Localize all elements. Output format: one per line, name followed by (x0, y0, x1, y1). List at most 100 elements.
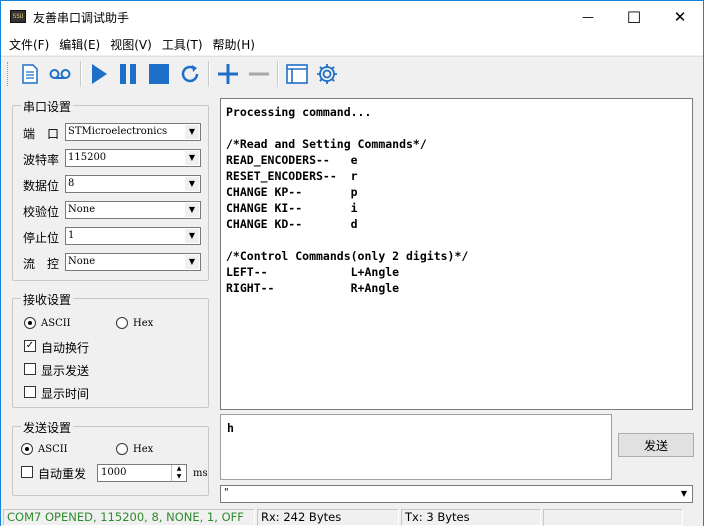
tx-counter: Tx: 3 Bytes (401, 509, 541, 526)
receive-ascii-radio[interactable] (24, 317, 36, 329)
databits-select[interactable]: 8 ▼ (65, 175, 201, 193)
chevron-down-icon: ▼ (185, 177, 199, 191)
record-button[interactable] (47, 61, 73, 87)
send-textarea[interactable]: h (220, 414, 612, 480)
refresh-icon (181, 65, 199, 83)
close-icon: ✕ (673, 8, 687, 26)
stopbits-label: 停止位 (23, 231, 60, 245)
flowcontrol-value: None (68, 256, 96, 267)
toolbar-grip[interactable] (7, 62, 10, 86)
window-icon (286, 64, 308, 84)
rx-counter: Rx: 242 Bytes (257, 509, 399, 526)
baud-select[interactable]: 115200 ▼ (65, 149, 201, 167)
send-history-value: " (224, 487, 229, 498)
stop-button[interactable] (146, 61, 172, 87)
window-title: 友善串口调试助手 (33, 11, 130, 25)
send-hex-label: Hex (133, 444, 154, 455)
stop-icon (149, 64, 169, 84)
interval-unit-label: ms (193, 468, 208, 479)
parity-select[interactable]: None ▼ (65, 201, 201, 219)
stopbits-value: 1 (68, 230, 75, 241)
close-button[interactable]: ✕ (657, 1, 703, 33)
receive-hex-radio[interactable] (116, 317, 128, 329)
play-icon (92, 64, 107, 84)
flowcontrol-select[interactable]: None ▼ (65, 253, 201, 271)
send-ascii-radio[interactable] (21, 443, 33, 455)
maximize-button[interactable]: ☐ (611, 1, 657, 33)
add-button[interactable] (215, 61, 241, 87)
auto-resend-checkbox[interactable] (21, 466, 33, 478)
status-cell-empty (543, 509, 683, 526)
menu-bar: 文件(F) 编辑(E) 视图(V) 工具(T) 帮助(H) (1, 33, 703, 55)
port-label: 端 口 (23, 127, 60, 141)
menu-view[interactable]: 视图(V) (105, 36, 157, 53)
auto-resend-label: 自动重发 (38, 467, 87, 481)
maximize-icon: ☐ (626, 7, 642, 27)
receive-ascii-label: ASCII (41, 318, 71, 329)
send-settings-group: 发送设置 (12, 419, 209, 496)
gear-icon (317, 64, 337, 84)
port-value: STMicroelectronics (68, 126, 168, 137)
show-send-label: 显示发送 (41, 364, 90, 378)
menu-tools[interactable]: 工具(T) (157, 36, 208, 53)
settings-button[interactable] (314, 61, 340, 87)
menu-edit[interactable]: 编辑(E) (54, 36, 105, 53)
menu-help[interactable]: 帮助(H) (208, 36, 260, 53)
add-icon (218, 64, 238, 84)
pause-icon (120, 64, 136, 84)
send-button[interactable]: 发送 (618, 433, 694, 457)
app-icon: SSU (10, 10, 26, 23)
toolbar-separator (80, 61, 82, 87)
title-bar: SSU 友善串口调试助手 — ☐ ✕ (1, 1, 703, 33)
show-time-checkbox[interactable] (24, 386, 36, 398)
databits-value: 8 (68, 178, 75, 189)
port-select[interactable]: STMicroelectronics ▼ (65, 123, 201, 141)
port-status: COM7 OPENED, 115200, 8, NONE, 1, OFF (3, 509, 255, 526)
new-document-button[interactable] (17, 61, 43, 87)
auto-wrap-checkbox[interactable]: ✓ (24, 340, 36, 352)
receive-settings-legend: 接收设置 (21, 291, 74, 308)
menu-file[interactable]: 文件(F) (4, 36, 54, 53)
open-port-button[interactable] (86, 61, 112, 87)
chevron-down-icon: ▼ (185, 151, 199, 165)
refresh-button[interactable] (177, 61, 203, 87)
toolbar-separator (208, 61, 210, 87)
chevron-down-icon: ▼ (185, 125, 199, 139)
send-hex-radio[interactable] (116, 443, 128, 455)
checkmark-icon: ✓ (25, 340, 35, 351)
toolbar (1, 56, 703, 90)
remove-button[interactable] (246, 61, 272, 87)
baud-label: 波特率 (23, 153, 60, 167)
send-ascii-label: ASCII (38, 444, 68, 455)
chevron-down-icon: ▼ (680, 489, 688, 498)
pause-button[interactable] (115, 61, 141, 87)
document-icon (22, 64, 38, 84)
send-settings-legend: 发送设置 (21, 419, 74, 436)
remove-icon (249, 72, 269, 76)
send-history-combo[interactable]: " ▼ (220, 485, 693, 503)
resend-interval-value: 1000 (101, 467, 127, 478)
parity-value: None (68, 204, 96, 215)
receive-text: Processing command... /*Read and Setting… (226, 105, 469, 295)
parity-label: 校验位 (23, 205, 60, 219)
app-window: SSU 友善串口调试助手 — ☐ ✕ 文件(F) 编辑(E) 视图(V) 工具(… (0, 0, 704, 526)
receive-hex-label: Hex (133, 318, 154, 329)
window-layout-button[interactable] (284, 61, 310, 87)
baud-value: 115200 (68, 152, 107, 163)
stopbits-select[interactable]: 1 ▼ (65, 227, 201, 245)
databits-label: 数据位 (23, 179, 60, 193)
spinner-arrows-icon[interactable]: ▲ ▼ (171, 465, 186, 481)
send-text: h (227, 421, 234, 435)
minimize-icon: — (582, 10, 594, 24)
serial-settings-legend: 串口设置 (21, 98, 74, 115)
show-send-checkbox[interactable] (24, 363, 36, 375)
receive-textarea[interactable]: Processing command... /*Read and Setting… (220, 98, 693, 410)
status-bar: COM7 OPENED, 115200, 8, NONE, 1, OFF Rx:… (1, 508, 703, 526)
chevron-down-icon: ▼ (185, 203, 199, 217)
minimize-button[interactable]: — (565, 1, 611, 33)
toolbar-separator (277, 61, 279, 87)
chevron-down-icon: ▼ (185, 229, 199, 243)
resend-interval-input[interactable]: 1000 ▲ ▼ (97, 464, 187, 482)
flowcontrol-label: 流 控 (23, 257, 60, 271)
chevron-down-icon: ▼ (185, 255, 199, 269)
